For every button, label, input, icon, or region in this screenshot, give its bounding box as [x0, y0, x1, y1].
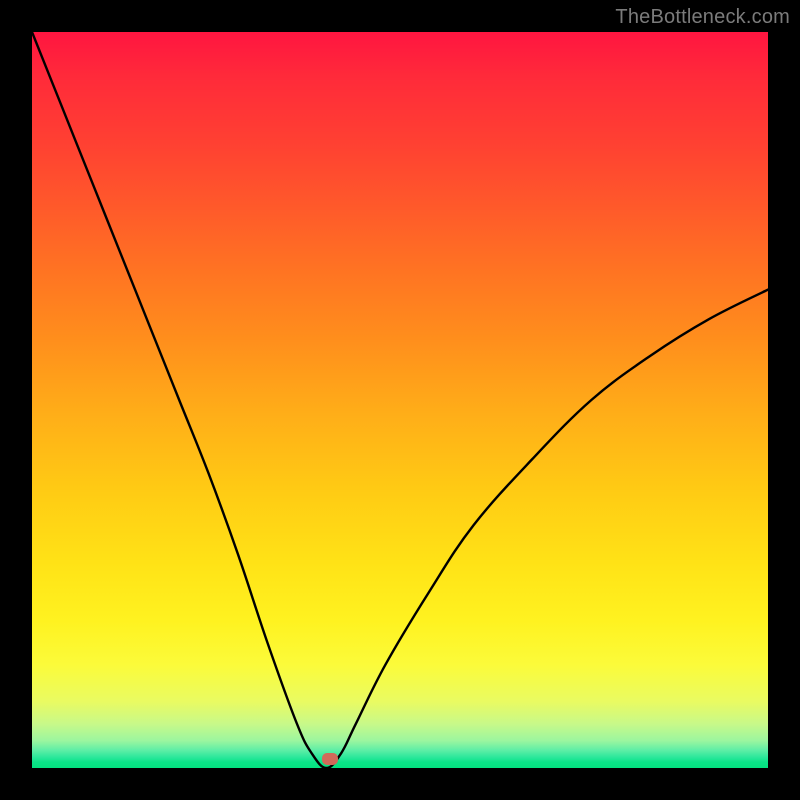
plot-area: [32, 32, 768, 768]
watermark-text: TheBottleneck.com: [615, 6, 790, 29]
optimal-point-marker: [322, 753, 338, 765]
chart-frame: TheBottleneck.com: [0, 0, 800, 800]
bottleneck-curve: [32, 32, 768, 768]
curve-path: [32, 32, 768, 768]
